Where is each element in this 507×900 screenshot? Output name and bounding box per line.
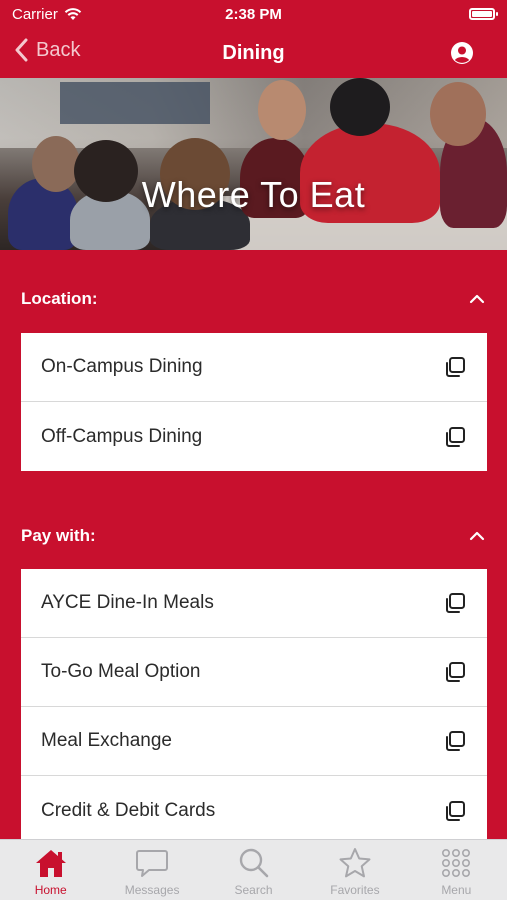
external-link-icon <box>446 426 465 447</box>
grid-icon <box>442 848 471 877</box>
tab-label: Messages <box>124 883 180 897</box>
chevron-up-icon <box>469 531 485 541</box>
external-link-icon <box>446 662 465 682</box>
back-button[interactable]: Back <box>14 38 80 62</box>
external-link-icon <box>446 800 465 821</box>
tab-label: Favorites <box>330 883 380 897</box>
pay-with-section-header[interactable]: Pay with: <box>21 526 485 546</box>
tab-bar: Home Messages Search Favorites Menu <box>0 839 507 900</box>
tab-label: Menu <box>441 883 472 897</box>
navigation-bar: Back Dining <box>0 28 507 78</box>
external-link-icon <box>446 357 465 377</box>
chevron-up-icon <box>469 294 485 304</box>
external-link-icon <box>446 731 465 751</box>
tab-messages[interactable]: Messages <box>101 840 202 900</box>
list-item-label: To-Go Meal Option <box>41 661 201 682</box>
pay-with-list: AYCE Dine-In Meals To-Go Meal Option Mea… <box>21 569 487 845</box>
list-item-to-go-meal-option[interactable]: To-Go Meal Option <box>21 638 487 707</box>
list-item-label: Credit & Debit Cards <box>41 799 216 821</box>
status-bar: Carrier 2:38 PM <box>0 0 507 28</box>
tab-label: Search <box>234 883 273 897</box>
list-item-off-campus-dining[interactable]: Off-Campus Dining <box>21 402 487 471</box>
list-item-ayce-dine-in-meals[interactable]: AYCE Dine-In Meals <box>21 569 487 638</box>
tab-search[interactable]: Search <box>203 840 304 900</box>
back-label: Back <box>36 38 81 61</box>
status-time: 2:38 PM <box>225 5 282 23</box>
list-item-credit-debit-cards[interactable]: Credit & Debit Cards <box>21 776 487 845</box>
hero-banner: Where To Eat <box>0 78 507 250</box>
location-list: On-Campus Dining Off-Campus Dining <box>21 333 487 471</box>
list-item-label: AYCE Dine-In Meals <box>41 592 214 613</box>
search-icon <box>239 848 268 878</box>
hero-title: Where To Eat <box>141 174 366 215</box>
chevron-left-icon <box>15 38 28 62</box>
list-item-meal-exchange[interactable]: Meal Exchange <box>21 707 487 776</box>
tab-menu[interactable]: Menu <box>406 840 507 900</box>
star-icon <box>339 848 371 878</box>
section-title: Location: <box>21 289 98 308</box>
section-title: Pay with: <box>21 526 96 545</box>
list-item-label: Meal Exchange <box>41 730 172 751</box>
list-item-on-campus-dining[interactable]: On-Campus Dining <box>21 333 487 402</box>
messages-icon <box>136 850 169 877</box>
tab-home[interactable]: Home <box>0 840 101 900</box>
external-link-icon <box>446 593 465 613</box>
home-icon <box>35 850 66 877</box>
list-item-label: On-Campus Dining <box>41 356 203 377</box>
tab-favorites[interactable]: Favorites <box>304 840 405 900</box>
battery-icon <box>469 8 498 20</box>
location-section-header[interactable]: Location: <box>21 289 485 309</box>
list-item-label: Off-Campus Dining <box>41 425 203 447</box>
profile-icon[interactable] <box>450 41 474 65</box>
tab-label: Home <box>34 883 67 897</box>
